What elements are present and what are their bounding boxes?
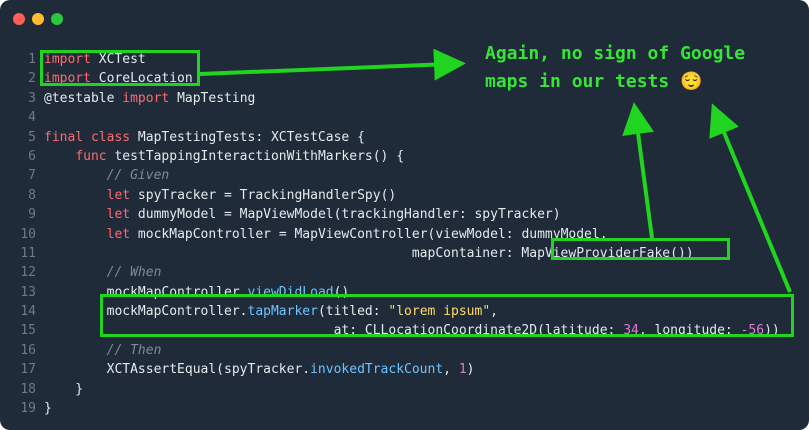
arrow-tapmarker <box>709 103 792 293</box>
annotation-line-2: maps in our tests 😌 <box>485 71 703 92</box>
arrow-imports <box>199 48 466 81</box>
annotation-text: Again, no sign of Google maps in our tes… <box>485 40 805 96</box>
arrow-provider <box>622 102 654 239</box>
annotation-line-1: Again, no sign of Google <box>485 43 746 64</box>
code-window: 1 import XCTest 2 import CoreLocation 3 @test… <box>0 0 809 430</box>
